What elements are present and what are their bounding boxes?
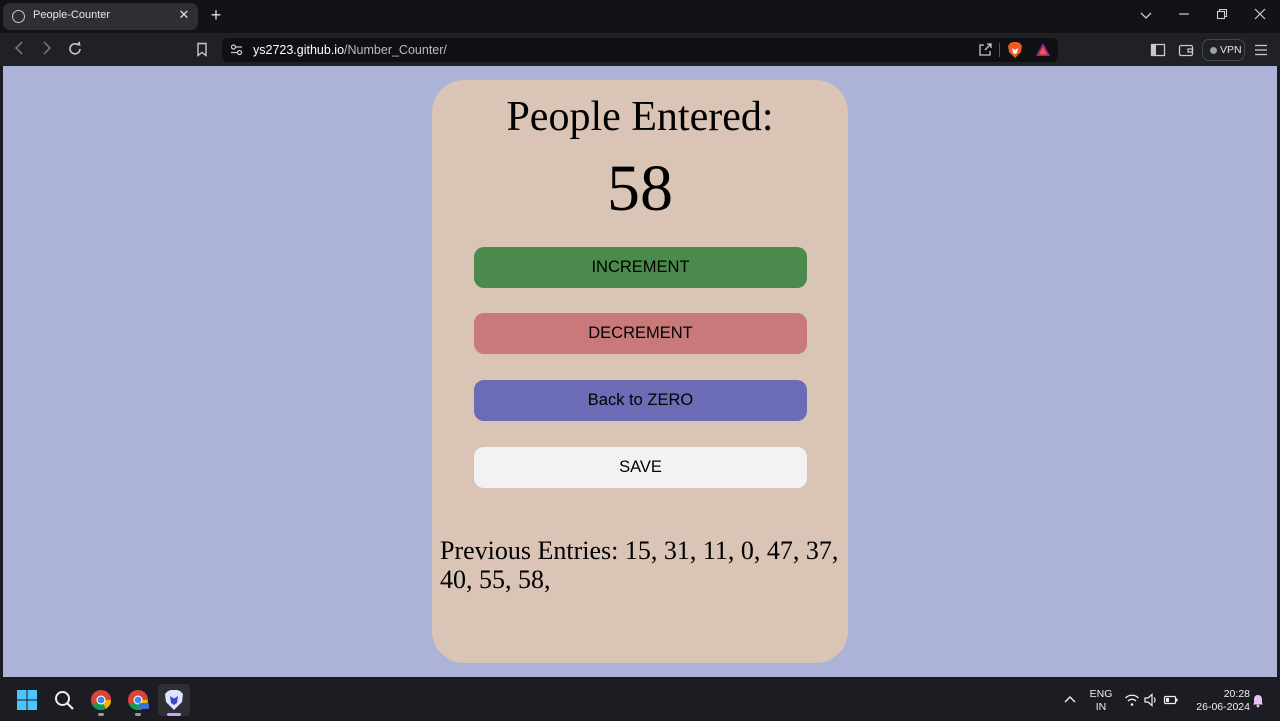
tab-title: People-Counter <box>33 9 111 21</box>
bookmark-icon[interactable] <box>195 42 209 57</box>
new-tab-icon[interactable]: + <box>207 6 225 24</box>
language-label[interactable]: ENG <box>1088 688 1114 700</box>
brave-browser-icon[interactable] <box>158 684 190 716</box>
reload-icon[interactable] <box>66 41 84 59</box>
tab-close-icon[interactable]: ✕ <box>176 7 192 23</box>
vpn-status-icon <box>1210 47 1217 54</box>
increment-button[interactable]: INCREMENT <box>474 247 807 288</box>
clock-date[interactable]: 26-06-2024 <box>1186 701 1250 713</box>
running-indicator <box>135 713 141 716</box>
divider <box>999 43 1000 57</box>
vpn-button[interactable]: VPN <box>1202 39 1245 61</box>
windows-start-icon[interactable] <box>11 684 43 716</box>
previous-entries: Previous Entries: 15, 31, 11, 0, 47, 37,… <box>440 536 839 594</box>
tune-icon[interactable] <box>230 43 243 56</box>
active-indicator <box>167 713 181 716</box>
browser-tab[interactable]: People-Counter ✕ <box>3 3 198 30</box>
reset-button[interactable]: Back to ZERO <box>474 380 807 421</box>
volume-icon[interactable] <box>1143 692 1159 708</box>
chevron-up-icon[interactable] <box>1062 692 1078 708</box>
share-icon[interactable] <box>978 42 993 57</box>
region-label[interactable]: IN <box>1088 701 1114 713</box>
taskbar <box>0 680 1280 720</box>
battery-icon[interactable] <box>1163 692 1179 708</box>
page-viewport: People Entered: 58 INCREMENT DECREMENT B… <box>3 66 1277 677</box>
forward-icon[interactable] <box>38 41 56 59</box>
sidebar-icon[interactable] <box>1150 42 1166 58</box>
globe-icon <box>12 10 25 23</box>
page-title: People Entered: <box>506 94 774 140</box>
tab-search-chevron-icon[interactable] <box>1137 8 1155 24</box>
notification-bell-icon[interactable] <box>1250 692 1266 708</box>
restore-icon[interactable] <box>1213 8 1231 24</box>
counter-value: 58 <box>607 152 673 225</box>
wallet-icon[interactable] <box>1178 42 1194 58</box>
address-bar[interactable]: ys2723.github.io/Number_Counter/ <box>222 38 1058 62</box>
decrement-button[interactable]: DECREMENT <box>474 313 807 354</box>
running-indicator <box>98 713 104 716</box>
back-icon[interactable] <box>10 41 28 59</box>
counter-card: People Entered: 58 INCREMENT DECREMENT B… <box>432 80 848 663</box>
rewards-triangle-icon[interactable] <box>1035 42 1051 58</box>
url-text[interactable]: ys2723.github.io/Number_Counter/ <box>253 43 447 57</box>
tab-strip: People-Counter ✕ + <box>0 0 1280 33</box>
close-window-icon[interactable] <box>1251 8 1269 24</box>
minimize-icon[interactable] <box>1175 8 1193 24</box>
chrome-icon[interactable] <box>85 684 117 716</box>
wifi-icon[interactable] <box>1124 692 1140 708</box>
search-icon[interactable] <box>48 684 80 716</box>
save-button[interactable]: SAVE <box>474 447 807 488</box>
hamburger-menu-icon[interactable] <box>1254 43 1268 56</box>
vpn-label: VPN <box>1220 44 1242 56</box>
clock-time[interactable]: 20:28 <box>1186 688 1250 700</box>
brave-lion-icon[interactable] <box>1007 41 1023 59</box>
url-host: ys2723.github.io <box>253 43 345 57</box>
url-path: /Number_Counter/ <box>344 43 447 57</box>
chrome-beta-icon[interactable] <box>122 684 154 716</box>
